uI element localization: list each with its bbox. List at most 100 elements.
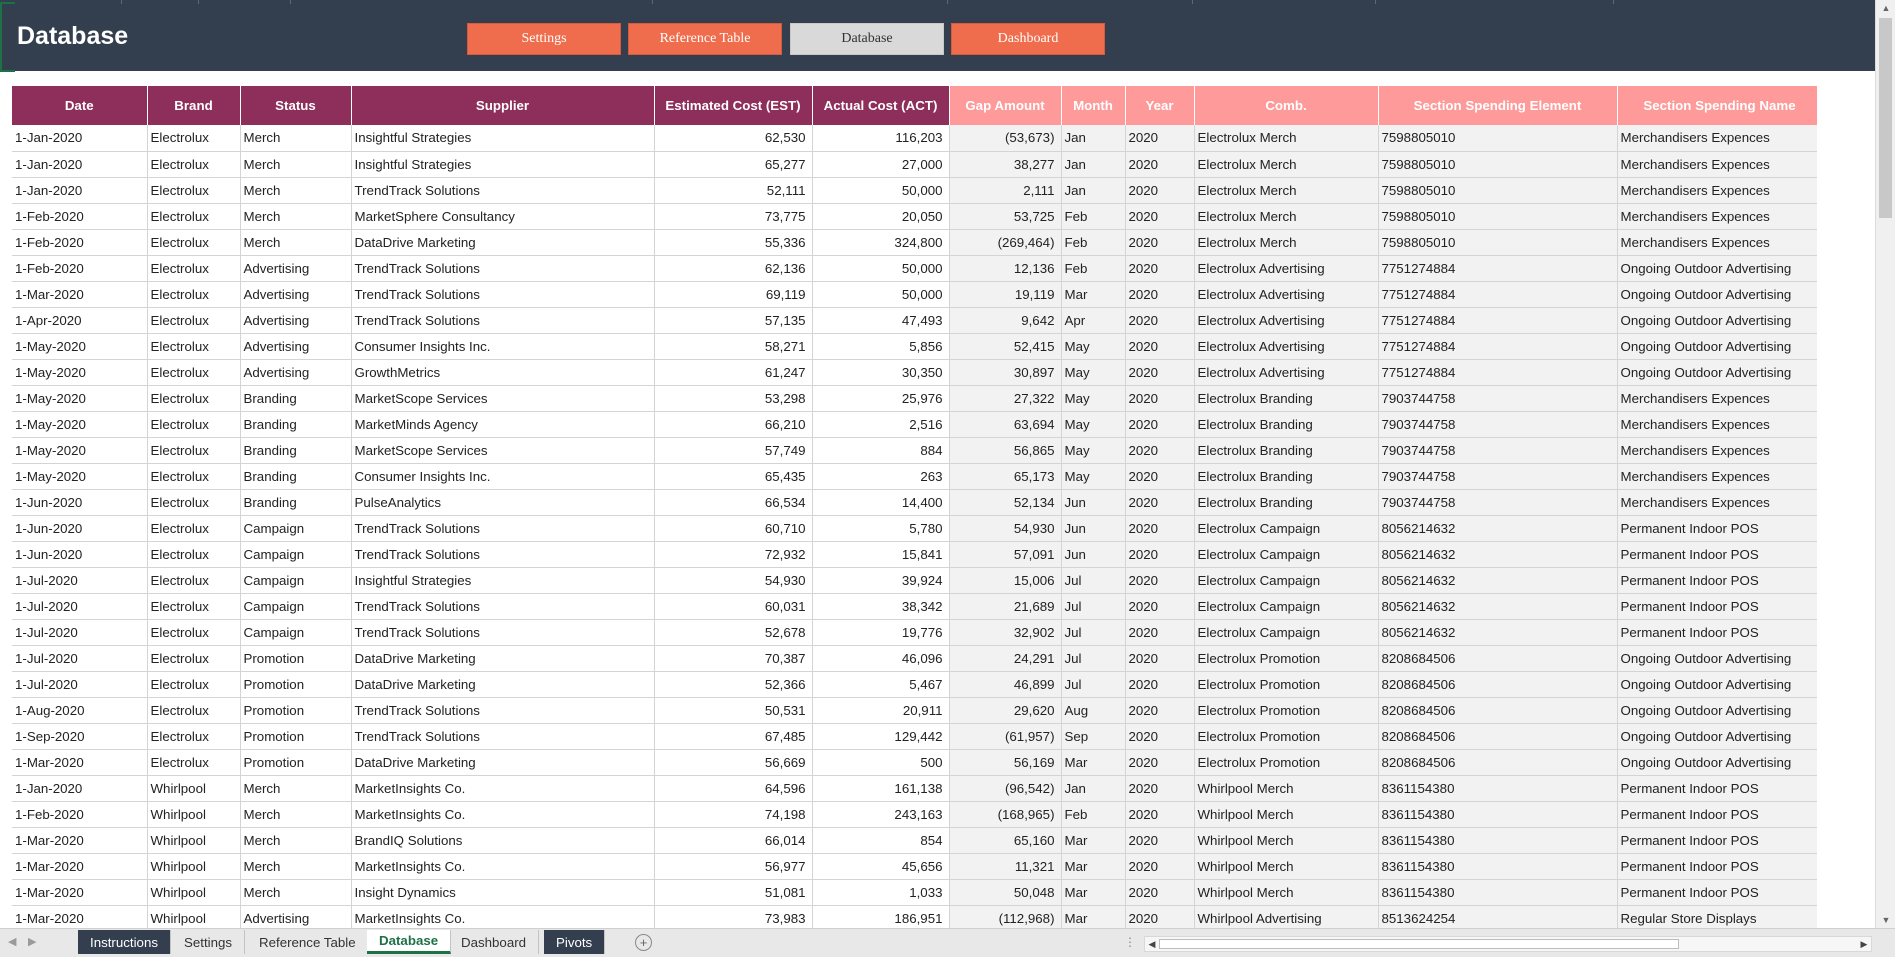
cell-estimated-cost[interactable]: 72,932 [654, 541, 813, 568]
cell-year[interactable]: 2020 [1125, 489, 1195, 516]
cell-comb[interactable]: Whirlpool Merch [1194, 775, 1379, 802]
cell-estimated-cost[interactable]: 66,210 [654, 411, 813, 438]
cell-gap-amount[interactable]: 27,322 [949, 385, 1062, 412]
cell-section-spending-element[interactable]: 7598805010 [1378, 177, 1618, 204]
cell-gap-amount[interactable]: (53,673) [949, 125, 1062, 152]
cell-section-spending-element[interactable]: 8056214632 [1378, 515, 1618, 542]
cell-comb[interactable]: Electrolux Promotion [1194, 697, 1379, 724]
cell-brand[interactable]: Whirlpool [147, 853, 241, 880]
cell-month[interactable]: Jul [1061, 593, 1126, 620]
cell-supplier[interactable]: TrendTrack Solutions [351, 723, 655, 750]
cell-estimated-cost[interactable]: 64,596 [654, 775, 813, 802]
cell-actual-cost[interactable]: 27,000 [812, 151, 950, 178]
cell-estimated-cost[interactable]: 73,775 [654, 203, 813, 230]
cell-supplier[interactable]: MarketScope Services [351, 437, 655, 464]
cell-gap-amount[interactable]: (61,957) [949, 723, 1062, 750]
cell-month[interactable]: Mar [1061, 879, 1126, 906]
cell-actual-cost[interactable]: 25,976 [812, 385, 950, 412]
cell-section-spending-name[interactable]: Merchandisers Expences [1617, 151, 1817, 178]
cell-actual-cost[interactable]: 324,800 [812, 229, 950, 256]
cell-comb[interactable]: Whirlpool Merch [1194, 827, 1379, 854]
cell-gap-amount[interactable]: 53,725 [949, 203, 1062, 230]
cell-actual-cost[interactable]: 186,951 [812, 905, 950, 928]
cell-status[interactable]: Campaign [240, 541, 352, 568]
cell-year[interactable]: 2020 [1125, 853, 1195, 880]
cell-comb[interactable]: Electrolux Campaign [1194, 541, 1379, 568]
cell-section-spending-name[interactable]: Permanent Indoor POS [1617, 853, 1817, 880]
cell-date[interactable]: 1-Mar-2020 [12, 827, 148, 854]
cell-brand[interactable]: Whirlpool [147, 775, 241, 802]
cell-section-spending-name[interactable]: Merchandisers Expences [1617, 385, 1817, 412]
sheet-tab-pivots[interactable]: Pivots [544, 930, 606, 954]
cell-month[interactable]: May [1061, 437, 1126, 464]
cell-gap-amount[interactable]: 24,291 [949, 645, 1062, 672]
cell-actual-cost[interactable]: 20,911 [812, 697, 950, 724]
cell-brand[interactable]: Electrolux [147, 437, 241, 464]
cell-month[interactable]: Jul [1061, 567, 1126, 594]
cell-supplier[interactable]: MarketSphere Consultancy [351, 203, 655, 230]
cell-section-spending-name[interactable]: Merchandisers Expences [1617, 229, 1817, 256]
triangle-up-icon[interactable]: ▲ [1876, 0, 1895, 16]
cell-status[interactable]: Advertising [240, 281, 352, 308]
cell-estimated-cost[interactable]: 53,298 [654, 385, 813, 412]
cell-brand[interactable]: Electrolux [147, 333, 241, 360]
cell-supplier[interactable]: BrandIQ Solutions [351, 827, 655, 854]
cell-actual-cost[interactable]: 5,856 [812, 333, 950, 360]
cell-month[interactable]: Jun [1061, 489, 1126, 516]
cell-gap-amount[interactable]: 12,136 [949, 255, 1062, 282]
cell-status[interactable]: Advertising [240, 307, 352, 334]
cell-comb[interactable]: Electrolux Branding [1194, 411, 1379, 438]
cell-status[interactable]: Advertising [240, 905, 352, 928]
cell-estimated-cost[interactable]: 56,977 [654, 853, 813, 880]
cell-year[interactable]: 2020 [1125, 411, 1195, 438]
cell-brand[interactable]: Electrolux [147, 723, 241, 750]
cell-year[interactable]: 2020 [1125, 281, 1195, 308]
cell-section-spending-name[interactable]: Ongoing Outdoor Advertising [1617, 697, 1817, 724]
cell-gap-amount[interactable]: 2,111 [949, 177, 1062, 204]
cell-comb[interactable]: Electrolux Campaign [1194, 515, 1379, 542]
cell-section-spending-element[interactable]: 8361154380 [1378, 827, 1618, 854]
cell-supplier[interactable]: Insightful Strategies [351, 125, 655, 152]
cell-supplier[interactable]: MarketInsights Co. [351, 905, 655, 928]
cell-gap-amount[interactable]: 11,321 [949, 853, 1062, 880]
cell-year[interactable]: 2020 [1125, 827, 1195, 854]
cell-estimated-cost[interactable]: 57,749 [654, 437, 813, 464]
cell-section-spending-name[interactable]: Ongoing Outdoor Advertising [1617, 255, 1817, 282]
sheet-tab-reference-table[interactable]: Reference Table [247, 930, 369, 954]
cell-date[interactable]: 1-Jun-2020 [12, 515, 148, 542]
cell-month[interactable]: Feb [1061, 203, 1126, 230]
cell-section-spending-name[interactable]: Merchandisers Expences [1617, 437, 1817, 464]
cell-month[interactable]: May [1061, 333, 1126, 360]
cell-comb[interactable]: Electrolux Branding [1194, 489, 1379, 516]
cell-date[interactable]: 1-Jan-2020 [12, 151, 148, 178]
cell-date[interactable]: 1-May-2020 [12, 359, 148, 386]
cell-year[interactable]: 2020 [1125, 749, 1195, 776]
cell-section-spending-name[interactable]: Ongoing Outdoor Advertising [1617, 749, 1817, 776]
cell-estimated-cost[interactable]: 67,485 [654, 723, 813, 750]
cell-date[interactable]: 1-May-2020 [12, 463, 148, 490]
cell-gap-amount[interactable]: 46,899 [949, 671, 1062, 698]
cell-month[interactable]: May [1061, 385, 1126, 412]
cell-supplier[interactable]: MarketInsights Co. [351, 853, 655, 880]
cell-date[interactable]: 1-Sep-2020 [12, 723, 148, 750]
cell-year[interactable]: 2020 [1125, 307, 1195, 334]
cell-gap-amount[interactable]: (168,965) [949, 801, 1062, 828]
cell-year[interactable]: 2020 [1125, 177, 1195, 204]
cell-supplier[interactable]: DataDrive Marketing [351, 749, 655, 776]
cell-date[interactable]: 1-Mar-2020 [12, 281, 148, 308]
cell-estimated-cost[interactable]: 50,531 [654, 697, 813, 724]
cell-section-spending-name[interactable]: Permanent Indoor POS [1617, 827, 1817, 854]
column-header-estimated-cost[interactable]: Estimated Cost (EST) [654, 86, 813, 125]
cell-year[interactable]: 2020 [1125, 385, 1195, 412]
cell-brand[interactable]: Electrolux [147, 541, 241, 568]
cell-year[interactable]: 2020 [1125, 619, 1195, 646]
cell-year[interactable]: 2020 [1125, 229, 1195, 256]
plus-circle-icon[interactable]: + [635, 934, 652, 951]
cell-estimated-cost[interactable]: 52,366 [654, 671, 813, 698]
reference-table-nav-button[interactable]: Reference Table [628, 23, 782, 55]
cell-status[interactable]: Campaign [240, 515, 352, 542]
cell-section-spending-name[interactable]: Permanent Indoor POS [1617, 801, 1817, 828]
cell-brand[interactable]: Electrolux [147, 281, 241, 308]
cell-status[interactable]: Branding [240, 489, 352, 516]
cell-brand[interactable]: Electrolux [147, 255, 241, 282]
